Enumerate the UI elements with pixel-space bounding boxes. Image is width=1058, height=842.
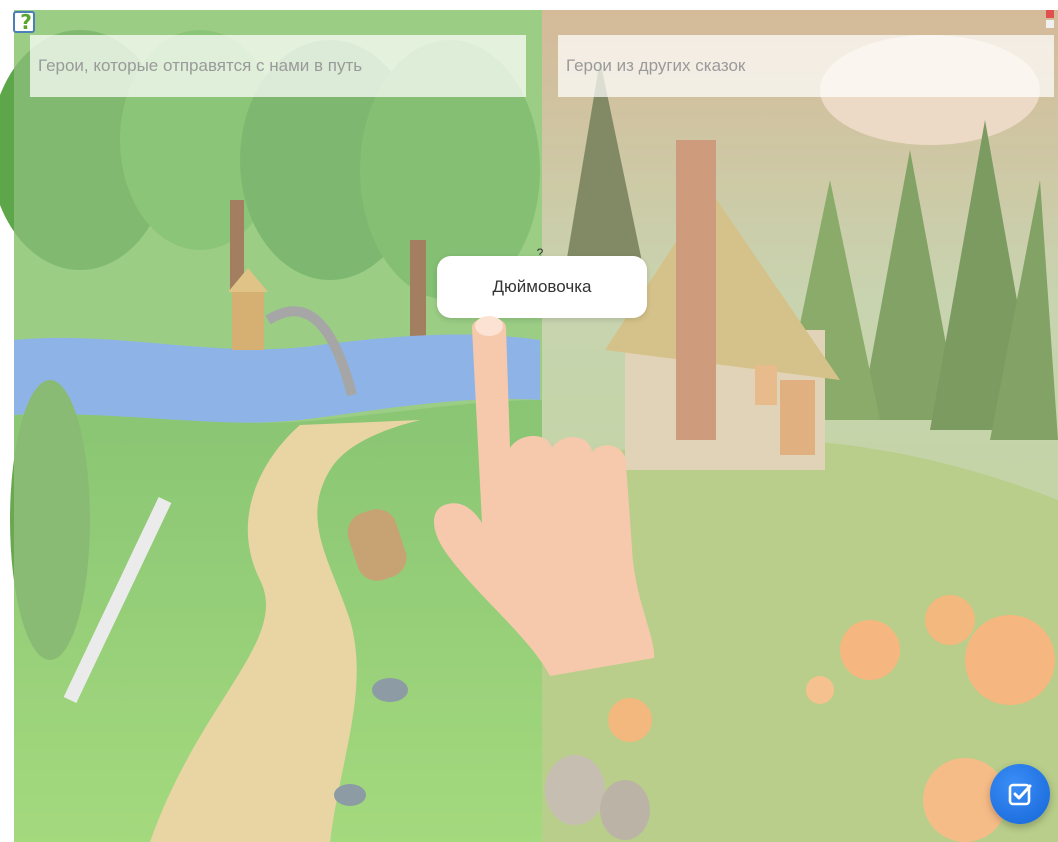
svg-text:?: ?	[20, 10, 32, 34]
check-icon	[1008, 783, 1032, 806]
help-icon[interactable]: ?	[12, 8, 40, 36]
drop-zone-travel-heroes[interactable]: Герои, которые отправятся с нами в путь	[30, 35, 526, 97]
pointing-hand-icon	[433, 316, 655, 676]
hero-card-label: Дюймовочка	[492, 277, 592, 296]
game-stage: Герои, которые отправятся с нами в путь …	[0, 0, 1058, 842]
drop-zone-other-tales[interactable]: Герои из других сказок	[558, 35, 1054, 97]
drop-zone-travel-heroes-label: Герои, которые отправятся с нами в путь	[38, 56, 363, 75]
corner-marker-icon	[1046, 10, 1054, 28]
check-answer-button[interactable]	[990, 764, 1050, 824]
drop-zone-other-tales-label: Герои из других сказок	[566, 56, 746, 75]
